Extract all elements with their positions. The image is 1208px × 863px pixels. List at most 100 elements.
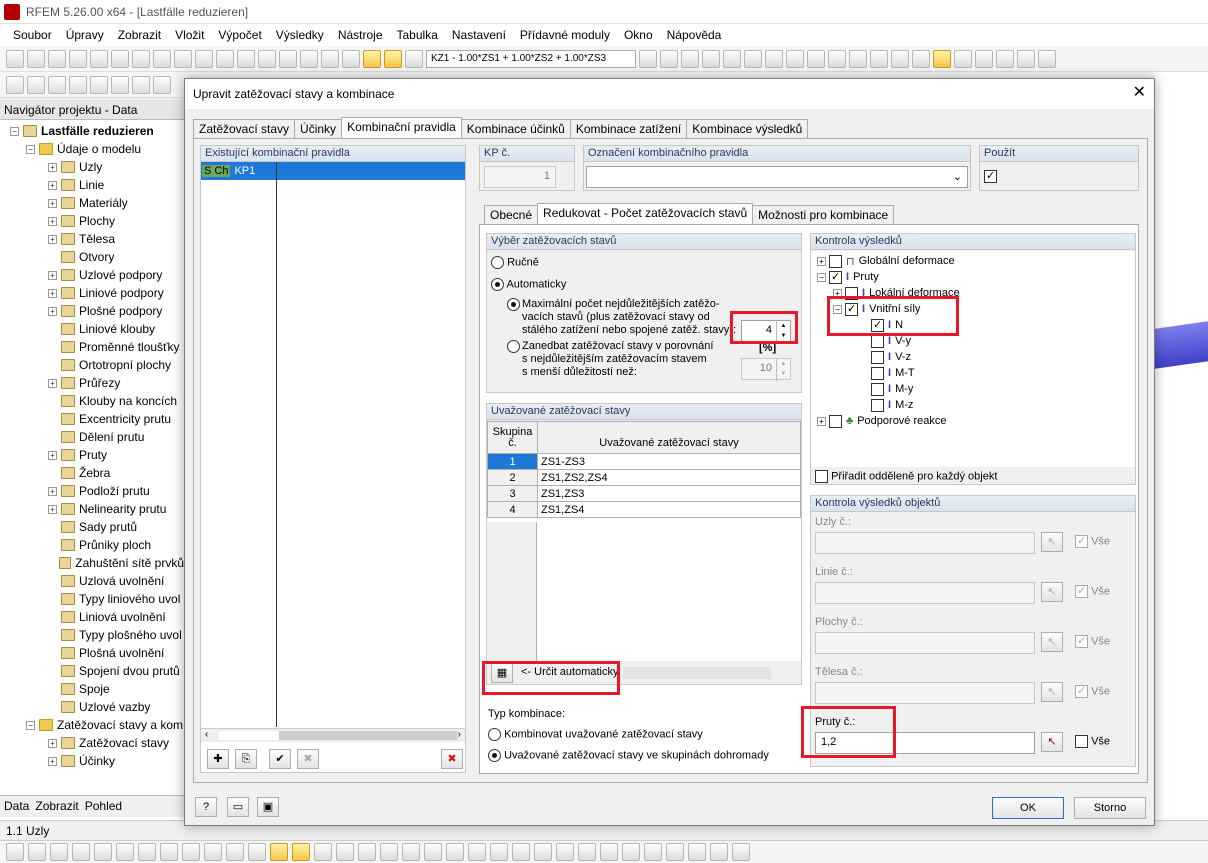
toolbar-button-icon[interactable] bbox=[660, 49, 678, 68]
expand-icon[interactable]: + bbox=[48, 378, 57, 388]
toolbar-button-icon[interactable] bbox=[27, 75, 45, 94]
toolbar-button-icon[interactable] bbox=[732, 843, 750, 861]
toolbar-button-icon[interactable] bbox=[160, 843, 178, 861]
save-icon[interactable]: ▣ bbox=[257, 797, 279, 817]
toolbar-button-icon[interactable] bbox=[578, 843, 596, 861]
toolbar-button-icon[interactable] bbox=[132, 75, 150, 94]
toolbar-button-icon[interactable] bbox=[216, 49, 234, 68]
toolbar-button-icon[interactable] bbox=[48, 49, 66, 68]
toolbar-button-icon[interactable] bbox=[111, 49, 129, 68]
toolbar-button-icon[interactable] bbox=[358, 843, 376, 861]
cases-cell[interactable]: ZS1,ZS3 bbox=[537, 485, 801, 502]
menu-item-0[interactable]: Soubor bbox=[6, 28, 59, 42]
toolbar-button-icon[interactable] bbox=[6, 49, 24, 68]
menu-item-11[interactable]: Nápověda bbox=[660, 28, 729, 42]
group-cell[interactable]: 2 bbox=[487, 469, 538, 486]
help-icon[interactable]: ? bbox=[195, 797, 217, 817]
tree-item[interactable]: Liniové klouby bbox=[0, 320, 184, 338]
toolbar-button-icon[interactable] bbox=[363, 49, 381, 68]
toolbar-button-icon[interactable] bbox=[702, 49, 720, 68]
table-row[interactable]: 4 ZS1,ZS4 bbox=[487, 501, 801, 518]
toolbar-button-icon[interactable] bbox=[996, 49, 1014, 68]
tree-item[interactable]: + Uzly bbox=[0, 158, 184, 176]
neglect-option[interactable] bbox=[507, 340, 520, 353]
toolbar-button-icon[interactable] bbox=[248, 843, 266, 861]
toolbar-button-icon[interactable] bbox=[807, 49, 825, 68]
toolbar-button-icon[interactable] bbox=[512, 843, 530, 861]
toolbar-button-icon[interactable] bbox=[270, 843, 288, 861]
all-checkbox[interactable] bbox=[1075, 735, 1088, 748]
cancel-button[interactable]: Storno bbox=[1074, 797, 1146, 819]
expand-icon[interactable]: + bbox=[48, 270, 57, 280]
toolbar-button-icon[interactable] bbox=[50, 843, 68, 861]
tree-item[interactable]: Průniky ploch bbox=[0, 536, 184, 554]
tree-model-group[interactable]: − Údaje o modelu bbox=[0, 140, 184, 158]
toolbar-button-icon[interactable] bbox=[1017, 49, 1035, 68]
scroll-thumb[interactable] bbox=[279, 731, 457, 740]
auto-option[interactable]: Automaticky bbox=[491, 278, 566, 291]
tab-result-combinations[interactable]: Kombinace výsledků bbox=[686, 119, 809, 138]
toolbar-button-icon[interactable] bbox=[786, 49, 804, 68]
toolbar-button-icon[interactable] bbox=[1038, 49, 1056, 68]
collapse-icon[interactable]: − bbox=[26, 144, 35, 154]
tree-row-force[interactable]: I V-z bbox=[871, 349, 911, 365]
tree-item[interactable]: + Uzlové podpory bbox=[0, 266, 184, 284]
tree-item[interactable]: Liniová uvolnění bbox=[0, 608, 184, 626]
combo-option-2[interactable]: Uvažované zatěžovací stavy ve skupinách … bbox=[488, 749, 769, 762]
force-checkbox[interactable] bbox=[871, 366, 884, 380]
assign-separately[interactable]: Přiřadit odděleně pro každý objekt bbox=[815, 470, 997, 483]
toolbar-button-icon[interactable] bbox=[94, 843, 112, 861]
table-row[interactable]: 1 ZS1-ZS3 bbox=[487, 453, 801, 470]
expand-icon[interactable]: + bbox=[48, 198, 57, 208]
tree-item[interactable]: + Materiály bbox=[0, 194, 184, 212]
toolbar-button-icon[interactable] bbox=[556, 843, 574, 861]
rule-list-item[interactable]: S Ch KP1 bbox=[201, 162, 465, 180]
toolbar-button-icon[interactable] bbox=[182, 843, 200, 861]
support-checkbox[interactable] bbox=[829, 414, 842, 428]
toolbar-button-icon[interactable] bbox=[204, 843, 222, 861]
all-option-members[interactable]: Vše bbox=[1075, 735, 1110, 748]
menu-item-1[interactable]: Úpravy bbox=[59, 28, 111, 42]
toolbar-button-icon[interactable] bbox=[723, 49, 741, 68]
toolbar-button-icon[interactable] bbox=[72, 843, 90, 861]
tree-item[interactable]: Uzlová uvolnění bbox=[0, 572, 184, 590]
tree-row-force[interactable]: I M-T bbox=[871, 365, 915, 381]
toolbar-button-icon[interactable] bbox=[384, 49, 402, 68]
tree-item[interactable]: Spoje bbox=[0, 680, 184, 698]
force-checkbox[interactable] bbox=[871, 334, 884, 348]
menu-item-3[interactable]: Vložit bbox=[168, 28, 211, 42]
toolbar-button-icon[interactable] bbox=[490, 843, 508, 861]
toolbar-button-icon[interactable] bbox=[321, 49, 339, 68]
tree-item[interactable]: Dělení prutu bbox=[0, 428, 184, 446]
tree-row-members[interactable]: − IPruty bbox=[817, 269, 879, 285]
designation-select[interactable]: ⌄ bbox=[586, 166, 968, 188]
expand-icon[interactable]: + bbox=[48, 450, 57, 460]
tree-item[interactable]: Typy liniového uvol bbox=[0, 590, 184, 608]
collapse-icon[interactable]: − bbox=[26, 720, 35, 730]
tree-item[interactable]: + Plochy bbox=[0, 212, 184, 230]
tree-item[interactable]: Typy plošného uvol bbox=[0, 626, 184, 644]
expand-icon[interactable]: + bbox=[48, 306, 57, 316]
expand-icon[interactable]: + bbox=[48, 234, 57, 244]
auto-radio[interactable] bbox=[491, 278, 504, 291]
max-option[interactable] bbox=[507, 298, 520, 311]
toolbar-button-icon[interactable] bbox=[226, 843, 244, 861]
subtab-options[interactable]: Možnosti pro kombinace bbox=[752, 205, 895, 224]
menu-item-4[interactable]: Výpočet bbox=[211, 28, 268, 42]
toolbar-button-icon[interactable] bbox=[300, 49, 318, 68]
combo-radio-2[interactable] bbox=[488, 749, 501, 762]
toolbar-button-icon[interactable] bbox=[69, 49, 87, 68]
tree-item[interactable]: + Zatěžovací stavy bbox=[0, 734, 184, 752]
members-checkbox[interactable] bbox=[829, 270, 842, 284]
menu-item-9[interactable]: Přídavné moduly bbox=[513, 28, 617, 42]
expand-icon[interactable]: + bbox=[817, 416, 826, 426]
group-cell[interactable]: 3 bbox=[487, 485, 538, 502]
collapse-icon[interactable]: − bbox=[817, 272, 826, 282]
toolbar-button-icon[interactable] bbox=[975, 49, 993, 68]
toolbar-button-icon[interactable] bbox=[258, 49, 276, 68]
toolbar-button-icon[interactable] bbox=[111, 75, 129, 94]
toolbar-button-icon[interactable] bbox=[116, 843, 134, 861]
table-row[interactable]: 2 ZS1,ZS2,ZS4 bbox=[487, 469, 801, 486]
toolbar-button-icon[interactable] bbox=[6, 843, 24, 861]
combo-radio-1[interactable] bbox=[488, 728, 501, 741]
